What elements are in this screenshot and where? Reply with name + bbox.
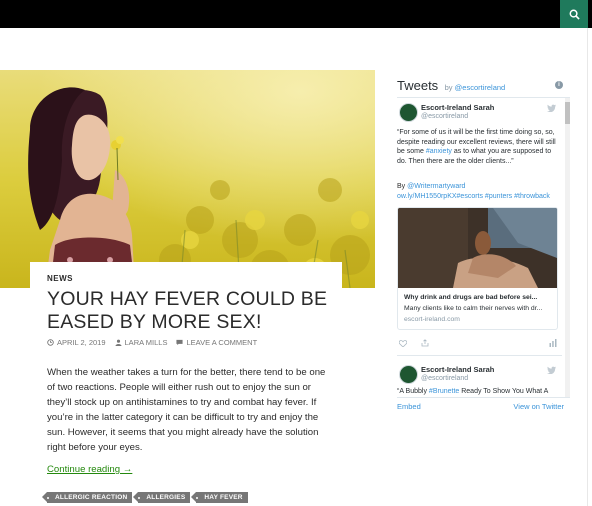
- twitter-widget-by: by @escortireland: [445, 83, 506, 92]
- twitter-widget-title: Tweets: [397, 78, 439, 93]
- post-card: NEWS YOUR HAY FEVER COULD BE EASED BY MO…: [30, 262, 342, 492]
- calendar-icon: [47, 339, 54, 346]
- post-meta: APRIL 2, 2019 LARA MILLS LEAVE A COMMENT: [47, 338, 257, 347]
- post-date[interactable]: APRIL 2, 2019: [47, 338, 106, 347]
- tweet-text-before: “A Bubbly: [397, 388, 427, 395]
- tweet-text: “For some of us it will be the first tim…: [397, 128, 560, 166]
- tweet-divider: [397, 355, 562, 356]
- timeline-scrollbar[interactable]: [565, 98, 570, 397]
- user-icon: [114, 339, 122, 346]
- scrollbar-thumb[interactable]: [565, 102, 570, 124]
- tag-hay-fever[interactable]: HAY FEVER: [191, 492, 248, 503]
- heart-icon[interactable]: [399, 340, 407, 347]
- tweet-hashtag-brunette[interactable]: #Brunette: [429, 388, 459, 395]
- twitter-widget-header: Tweets by @escortireland i: [397, 77, 567, 95]
- twitter-bird-icon[interactable]: [547, 366, 556, 374]
- search-icon: [569, 9, 580, 20]
- post-author[interactable]: LARA MILLS: [114, 338, 168, 347]
- tweet-by-prefix: By: [397, 183, 406, 190]
- tweet-author-handle[interactable]: @escortireland: [421, 113, 468, 120]
- twitter-widget-footer: Embed View on Twitter: [397, 402, 564, 411]
- tweet-author-name[interactable]: Escort-Ireland Sarah: [421, 365, 494, 374]
- tweet-hashtag-anxiety[interactable]: #anxiety: [426, 148, 452, 155]
- tag-allergic-reaction[interactable]: ALLERGIC REACTION: [41, 492, 133, 503]
- share-icon[interactable]: [421, 339, 429, 347]
- tag-list: ALLERGIC REACTION ALLERGIES HAY FEVER: [41, 492, 248, 503]
- info-icon[interactable]: i: [555, 81, 563, 89]
- link-card-title: Why drink and drugs are bad before sei..…: [404, 294, 538, 301]
- avatar[interactable]: [399, 365, 418, 384]
- comment-icon: [176, 339, 184, 346]
- top-bar: [0, 0, 592, 28]
- tweet-mention-link[interactable]: @Writermartyward: [407, 183, 465, 190]
- featured-image[interactable]: [0, 70, 375, 288]
- link-card-domain: escort-ireland.com: [404, 316, 460, 323]
- tag-allergies[interactable]: ALLERGIES: [133, 492, 191, 503]
- post-date-label: APRIL 2, 2019: [57, 338, 106, 347]
- post-comment-label: LEAVE A COMMENT: [186, 338, 258, 347]
- tweet-actions: [399, 338, 557, 350]
- tweet-link-card[interactable]: Why drink and drugs are bad before sei..…: [397, 207, 558, 330]
- post-title[interactable]: YOUR HAY FEVER COULD BE EASED BY MORE SE…: [47, 288, 337, 334]
- tweet-text: “A Bubbly #Brunette Ready To Show You Wh…: [397, 387, 560, 397]
- tweet-text-after: Ready To Show You What A: [461, 388, 549, 395]
- tweet-author-handle[interactable]: @escortireland: [421, 375, 468, 382]
- embed-link[interactable]: Embed: [397, 402, 421, 411]
- tweet-url-link[interactable]: ow.ly/MH1550rpKX: [397, 193, 457, 200]
- post-excerpt: When the weather takes a turn for the be…: [47, 367, 326, 453]
- avatar[interactable]: [399, 103, 418, 122]
- view-on-twitter-link[interactable]: View on Twitter: [513, 402, 564, 411]
- link-card-image: [398, 208, 557, 288]
- post-comment-link[interactable]: LEAVE A COMMENT: [176, 338, 257, 347]
- category-link[interactable]: NEWS: [47, 274, 73, 283]
- tweet-author-name[interactable]: Escort-Ireland Sarah: [421, 103, 494, 112]
- page-edge-divider: [587, 28, 588, 506]
- post-author-label: LARA MILLS: [124, 338, 168, 347]
- link-card-description: Many clients like to calm their nerves w…: [404, 305, 543, 312]
- search-button[interactable]: [560, 0, 588, 28]
- continue-reading-link[interactable]: Continue reading →: [47, 464, 132, 475]
- twitter-bird-icon[interactable]: [547, 104, 556, 112]
- twitter-handle-link[interactable]: @escortireland: [455, 83, 506, 92]
- twitter-by-label: by: [444, 83, 453, 92]
- tweet-links: By @Writermartyward ow.ly/MH1550rpKX#esc…: [397, 182, 560, 201]
- twitter-timeline[interactable]: Escort-Ireland Sarah @escortireland “For…: [397, 97, 570, 398]
- tweet-hashtags[interactable]: #escorts #punters #throwback: [457, 193, 550, 200]
- stats-icon[interactable]: [549, 339, 557, 347]
